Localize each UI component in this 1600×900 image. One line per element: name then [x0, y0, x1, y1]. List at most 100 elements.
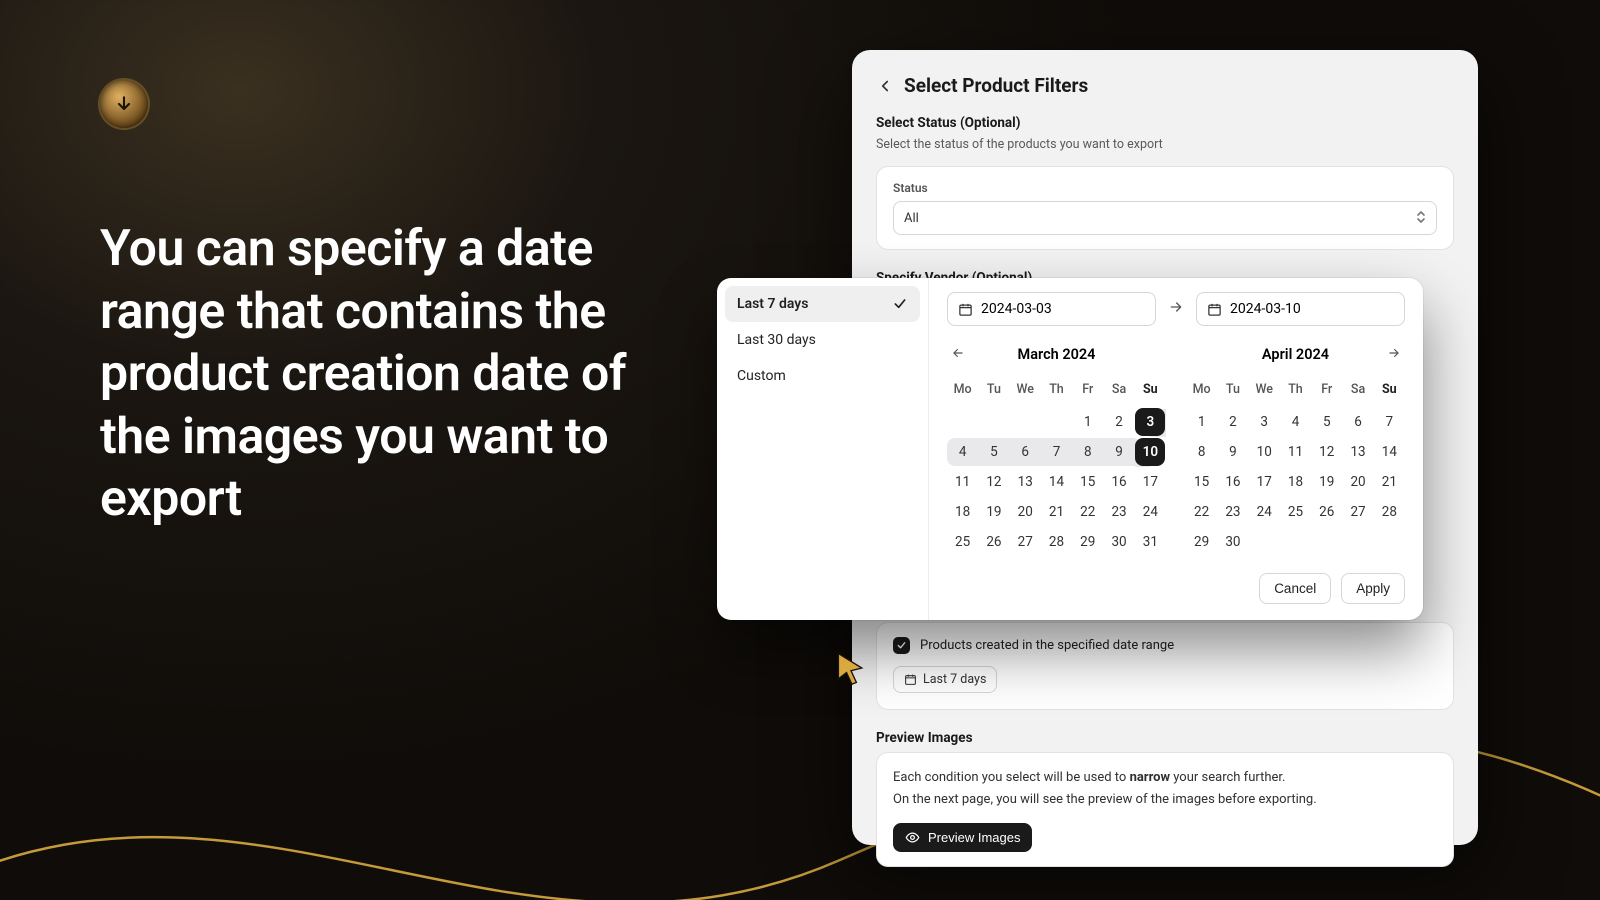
calendar-day[interactable]: 12	[1311, 438, 1342, 466]
calendar-day[interactable]: 21	[1374, 468, 1405, 496]
calendar-day[interactable]: 9	[1103, 438, 1134, 466]
calendar-day[interactable]: 24	[1249, 498, 1280, 526]
date-range-chip-label: Last 7 days	[923, 672, 986, 687]
calendar-month: April 2024MoTuWeThFrSaSu1234567891011121…	[1186, 340, 1405, 557]
cursor-icon	[833, 650, 869, 686]
weekday-label: Tu	[1217, 378, 1248, 407]
calendar-day[interactable]: 30	[1217, 528, 1248, 556]
calendar-day[interactable]: 17	[1249, 468, 1280, 496]
calendar-day[interactable]: 1	[1072, 408, 1103, 436]
apply-button[interactable]: Apply	[1341, 573, 1405, 604]
calendar-day[interactable]: 5	[1311, 408, 1342, 436]
calendar-day[interactable]: 11	[947, 468, 978, 496]
calendar-day[interactable]: 12	[978, 468, 1009, 496]
calendar-day[interactable]: 18	[947, 498, 978, 526]
date-range-chip[interactable]: Last 7 days	[893, 666, 997, 693]
calendar-day[interactable]: 24	[1135, 498, 1166, 526]
calendar-day[interactable]: 28	[1374, 498, 1405, 526]
calendar-day[interactable]: 19	[1311, 468, 1342, 496]
preview-images-button[interactable]: Preview Images	[893, 823, 1032, 852]
calendar-day[interactable]: 11	[1280, 438, 1311, 466]
calendar-day[interactable]: 25	[1280, 498, 1311, 526]
calendar-day[interactable]: 29	[1072, 528, 1103, 556]
eye-icon	[905, 830, 920, 845]
calendar-day[interactable]: 21	[1041, 498, 1072, 526]
calendar-day[interactable]: 10	[1249, 438, 1280, 466]
calendar-day[interactable]: 13	[1342, 438, 1373, 466]
preset-custom[interactable]: Custom	[725, 358, 920, 394]
preset-last-7-days[interactable]: Last 7 days	[725, 286, 920, 322]
calendar-day[interactable]: 4	[947, 438, 978, 466]
preview-images-button-label: Preview Images	[928, 830, 1020, 845]
calendar-day[interactable]: 6	[1342, 408, 1373, 436]
weekday-label: Th	[1280, 378, 1311, 407]
calendar-day[interactable]: 26	[1311, 498, 1342, 526]
marketing-headline: You can specify a date range that contai…	[100, 218, 660, 531]
calendar-day[interactable]: 15	[1072, 468, 1103, 496]
calendar-day[interactable]: 16	[1103, 468, 1134, 496]
calendar-day[interactable]: 23	[1103, 498, 1134, 526]
calendar-day[interactable]: 1	[1186, 408, 1217, 436]
calendar-day[interactable]: 25	[947, 528, 978, 556]
calendar-day[interactable]: 16	[1217, 468, 1248, 496]
preset-last-30-days[interactable]: Last 30 days	[725, 322, 920, 358]
calendar-day[interactable]: 5	[978, 438, 1009, 466]
calendar-day[interactable]: 26	[978, 528, 1009, 556]
date-range-checkbox-label: Products created in the specified date r…	[920, 638, 1174, 653]
weekday-label: Th	[1041, 378, 1072, 407]
calendar-day[interactable]: 19	[978, 498, 1009, 526]
weekday-label: Sa	[1103, 378, 1134, 407]
preset-label: Last 30 days	[737, 332, 816, 348]
back-icon[interactable]	[876, 77, 894, 95]
prev-month-button[interactable]	[947, 342, 969, 364]
calendar-day[interactable]: 3	[1249, 408, 1280, 436]
calendar-day[interactable]: 28	[1041, 528, 1072, 556]
calendar-icon	[1207, 302, 1222, 317]
calendar-day[interactable]: 23	[1217, 498, 1248, 526]
calendar-day[interactable]: 2	[1217, 408, 1248, 436]
calendar-day[interactable]: 14	[1374, 438, 1405, 466]
calendar-day[interactable]: 10	[1135, 438, 1165, 466]
calendar-day[interactable]: 3	[1135, 408, 1165, 436]
calendar-icon	[904, 673, 917, 686]
date-range-checkbox[interactable]	[893, 637, 910, 654]
calendar-day[interactable]: 31	[1135, 528, 1166, 556]
calendar-day[interactable]: 6	[1010, 438, 1041, 466]
calendar-day[interactable]: 13	[1010, 468, 1041, 496]
calendar-day[interactable]: 2	[1103, 408, 1134, 436]
weekday-label: Mo	[1186, 378, 1217, 407]
weekday-label: Fr	[1311, 378, 1342, 407]
date-to-value: 2024-03-10	[1230, 301, 1301, 317]
calendar-day[interactable]: 29	[1186, 528, 1217, 556]
calendar-day[interactable]: 22	[1186, 498, 1217, 526]
calendar-day[interactable]: 18	[1280, 468, 1311, 496]
calendar-day[interactable]: 14	[1041, 468, 1072, 496]
calendar-day[interactable]: 8	[1186, 438, 1217, 466]
calendar-day[interactable]: 30	[1103, 528, 1134, 556]
calendar-day[interactable]: 9	[1217, 438, 1248, 466]
calendar-day[interactable]: 7	[1041, 438, 1072, 466]
weekday-label: Tu	[978, 378, 1009, 407]
calendar-day[interactable]: 20	[1342, 468, 1373, 496]
calendar-day[interactable]: 27	[1010, 528, 1041, 556]
month-title: March 2024	[947, 340, 1166, 368]
date-from-input[interactable]: 2024-03-03	[947, 292, 1156, 326]
next-month-button[interactable]	[1383, 342, 1405, 364]
date-to-input[interactable]: 2024-03-10	[1196, 292, 1405, 326]
calendar-day[interactable]: 7	[1374, 408, 1405, 436]
calendar-day[interactable]: 8	[1072, 438, 1103, 466]
calendar-day[interactable]: 27	[1342, 498, 1373, 526]
calendar-day[interactable]: 4	[1280, 408, 1311, 436]
calendar-day[interactable]: 22	[1072, 498, 1103, 526]
calendar-day[interactable]: 15	[1186, 468, 1217, 496]
status-section-help: Select the status of the products you wa…	[876, 137, 1454, 152]
cancel-button[interactable]: Cancel	[1259, 573, 1331, 604]
preset-label: Custom	[737, 368, 786, 384]
calendar-day[interactable]: 20	[1010, 498, 1041, 526]
status-select[interactable]: All	[893, 201, 1437, 235]
calendar-day[interactable]: 17	[1135, 468, 1166, 496]
month-title: April 2024	[1186, 340, 1405, 368]
weekday-label: We	[1010, 378, 1041, 407]
status-section-label: Select Status (Optional)	[876, 115, 1454, 131]
calendar-icon	[958, 302, 973, 317]
